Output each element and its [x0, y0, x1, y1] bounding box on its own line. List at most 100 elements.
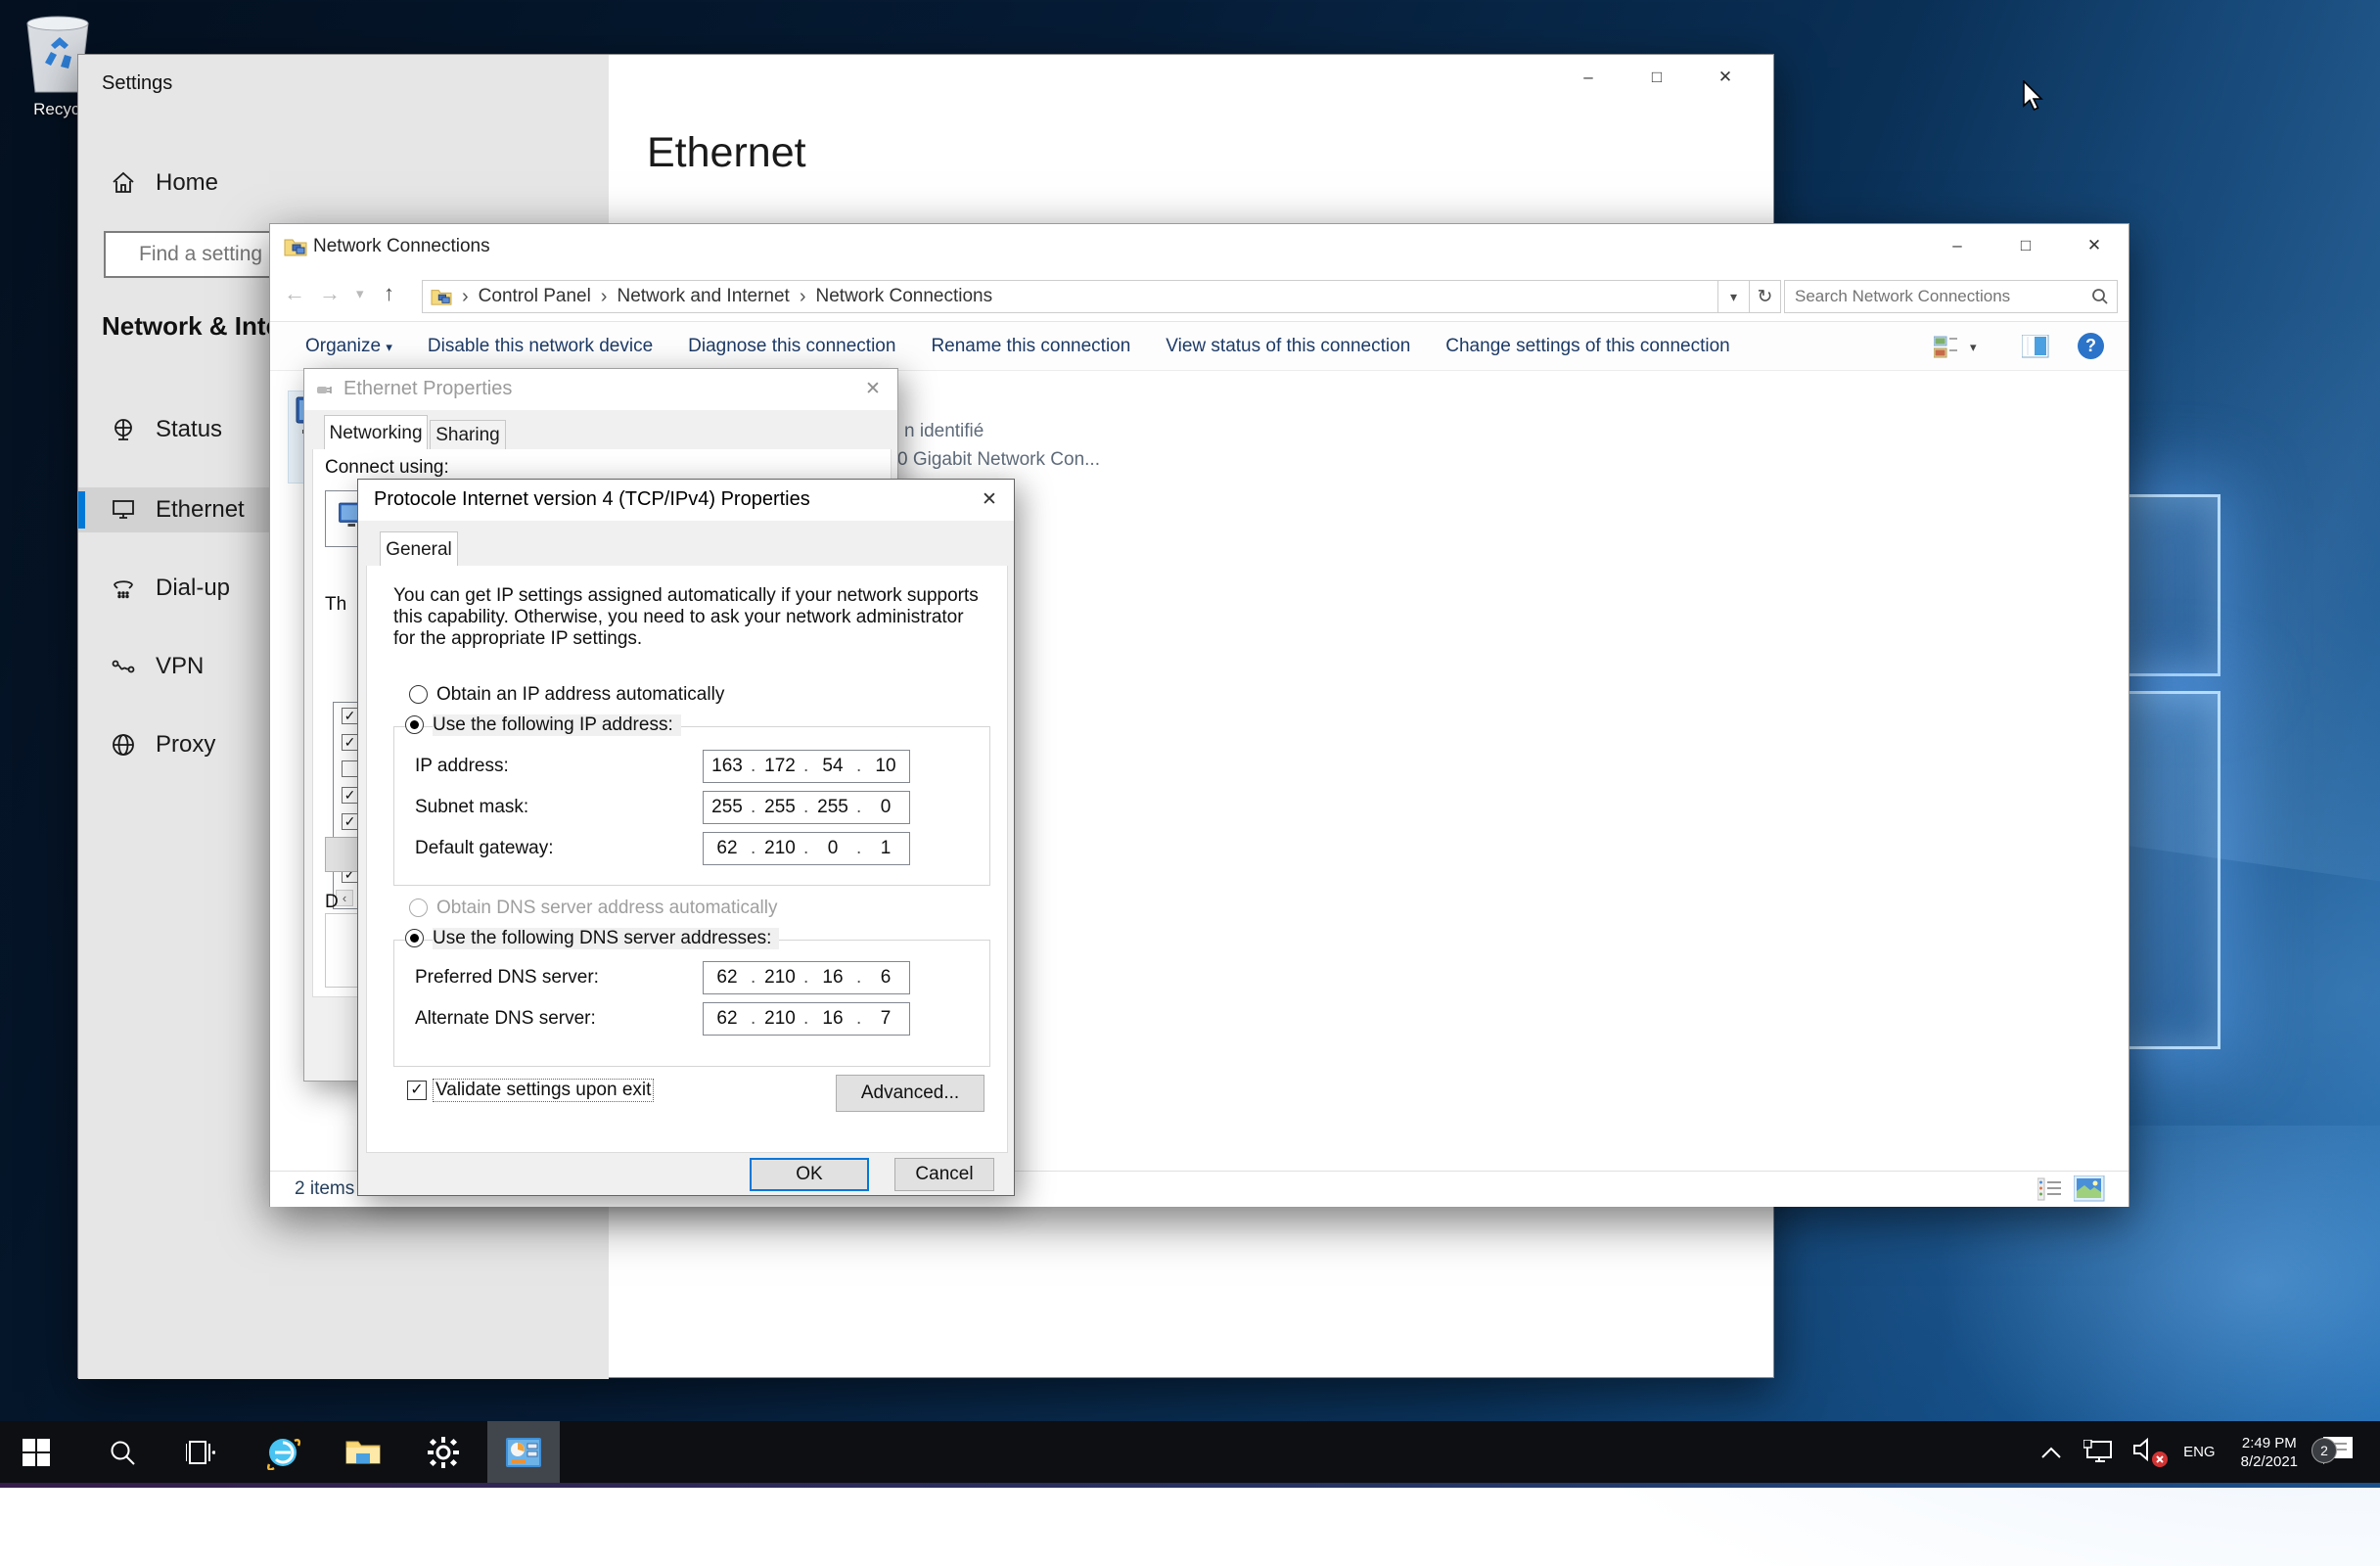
description-label-fragment: D [325, 892, 339, 913]
settings-app-button[interactable] [407, 1421, 480, 1483]
ip-address-field[interactable]: 163.172.54.10 [703, 750, 910, 783]
start-button[interactable] [0, 1421, 72, 1483]
search-icon[interactable] [2091, 288, 2109, 305]
preview-pane-button[interactable] [2022, 335, 2049, 364]
internet-explorer-button[interactable] [247, 1421, 319, 1483]
tab-general[interactable]: General [380, 531, 458, 567]
item-checkbox[interactable]: ✓ [342, 708, 358, 724]
connection-device-fragment: 0 Gigabit Network Con... [897, 449, 1100, 471]
clock[interactable]: 2:49 PM 8/2/2021 [2241, 1434, 2298, 1471]
action-center-button[interactable]: 2 [2321, 1435, 2355, 1469]
settings-window-title: Settings [102, 72, 172, 95]
eth-dialog-title: Ethernet Properties [343, 378, 512, 400]
radio-use-dns[interactable] [405, 929, 424, 947]
radio-obtain-ip-label[interactable]: Obtain an IP address automatically [436, 684, 724, 706]
address-dropdown-button[interactable]: ▾ [1718, 280, 1750, 313]
maximize-button[interactable]: □ [1991, 229, 2060, 262]
tab-networking[interactable]: Networking [324, 415, 428, 450]
subnet-mask-field[interactable]: 255.255.255.0 [703, 791, 910, 824]
tray-volume-muted-icon[interactable] [2132, 1437, 2162, 1467]
nc-toolbar: Organize ▾ Disable this network device D… [270, 322, 2128, 371]
task-view-button[interactable] [164, 1421, 237, 1483]
ok-button[interactable]: OK [750, 1158, 869, 1191]
eth-dialog-titlebar[interactable]: Ethernet Properties ✕ [304, 369, 897, 410]
forward-icon[interactable]: → [319, 281, 341, 306]
internet-explorer-icon [265, 1435, 300, 1470]
sidebar-item-label: Status [156, 416, 222, 443]
radio-use-ip[interactable] [405, 715, 424, 734]
file-explorer-button[interactable] [327, 1421, 399, 1483]
file-explorer-icon [345, 1438, 381, 1467]
control-panel-icon [506, 1438, 541, 1467]
tray-network-icon[interactable] [2083, 1440, 2113, 1465]
default-gateway-field[interactable]: 62.210.0.1 [703, 832, 910, 865]
item-checkbox[interactable]: ✓ [342, 787, 358, 804]
items-label-fragment: Th [325, 594, 346, 616]
close-icon[interactable]: ✕ [973, 485, 1006, 515]
nc-window-title: Network Connections [313, 236, 490, 257]
minimize-button[interactable]: – [1923, 229, 1991, 262]
maximize-button[interactable]: □ [1623, 61, 1691, 94]
radio-use-dns-label[interactable]: Use the following DNS server addresses: [433, 928, 779, 949]
toolbar-disable-device[interactable]: Disable this network device [428, 336, 653, 357]
breadcrumb-control-panel[interactable]: Control Panel [479, 286, 591, 307]
breadcrumb-network-connections[interactable]: Network Connections [816, 286, 993, 307]
view-details-button[interactable] [2037, 1177, 2063, 1206]
subnet-mask-label: Subnet mask: [415, 797, 528, 818]
address-location-icon [431, 287, 452, 306]
toolbar-diagnose[interactable]: Diagnose this connection [688, 336, 895, 357]
minimize-button[interactable]: – [1554, 61, 1623, 94]
close-button[interactable]: ✕ [2060, 229, 2128, 262]
clock-date: 8/2/2021 [2241, 1452, 2298, 1471]
tray-chevron-icon[interactable] [2040, 1446, 2062, 1459]
ipv4-dialog-titlebar[interactable]: Protocole Internet version 4 (TCP/IPv4) … [358, 480, 1014, 521]
item-checkbox[interactable] [342, 760, 358, 777]
close-button[interactable]: ✕ [1691, 61, 1760, 94]
view-thumbnails-button[interactable] [1934, 336, 1963, 365]
help-button[interactable]: ? [2078, 333, 2104, 359]
sidebar-item-label: Ethernet [156, 496, 245, 524]
tab-sharing[interactable]: Sharing [430, 420, 506, 450]
toolbar-organize[interactable]: Organize ▾ [305, 336, 392, 357]
up-icon[interactable]: ↑ [384, 281, 394, 306]
item-checkbox[interactable]: ✓ [342, 734, 358, 751]
search-input[interactable] [1785, 287, 2091, 306]
item-checkbox[interactable]: ✓ [342, 813, 358, 830]
views-dropdown-icon[interactable]: ▾ [1970, 340, 1977, 355]
dropdown-icon: ▾ [386, 340, 392, 354]
breadcrumb-network-and-internet[interactable]: Network and Internet [617, 286, 789, 307]
close-icon[interactable]: ✕ [856, 375, 890, 404]
chevron-icon: › [800, 286, 806, 308]
control-panel-button-active[interactable] [487, 1421, 560, 1483]
back-icon[interactable]: ← [284, 281, 305, 306]
validate-checkbox-label[interactable]: Validate settings upon exit [434, 1080, 653, 1101]
radio-obtain-dns [409, 898, 428, 917]
toolbar-change-settings[interactable]: Change settings of this connection [1445, 336, 1729, 357]
advanced-button[interactable]: Advanced... [836, 1075, 984, 1112]
alternate-dns-field[interactable]: 62.210.16.7 [703, 1002, 910, 1036]
ipv4-properties-dialog: Protocole Internet version 4 (TCP/IPv4) … [357, 479, 1015, 1196]
cancel-button[interactable]: Cancel [894, 1158, 994, 1191]
cursor-arrow [2022, 80, 2047, 114]
refresh-button[interactable]: ↻ [1750, 280, 1781, 313]
radio-obtain-ip[interactable] [409, 685, 428, 704]
toolbar-rename[interactable]: Rename this connection [931, 336, 1130, 357]
toolbar-view-status[interactable]: View status of this connection [1166, 336, 1410, 357]
connect-using-label: Connect using: [325, 457, 449, 479]
items-count: 2 items [295, 1178, 354, 1200]
taskbar-search-button[interactable] [86, 1421, 159, 1483]
preferred-dns-field[interactable]: 62.210.16.6 [703, 961, 910, 994]
ipv4-dialog-title: Protocole Internet version 4 (TCP/IPv4) … [374, 488, 810, 511]
sidebar-item-home[interactable]: Home [78, 161, 530, 206]
windows-logo-icon [23, 1439, 50, 1466]
view-large-icons-button[interactable] [2074, 1175, 2105, 1207]
radio-use-ip-label[interactable]: Use the following IP address: [433, 714, 681, 736]
address-bar[interactable]: › Control Panel › Network and Internet ›… [422, 280, 1718, 313]
validate-checkbox[interactable]: ✓ [407, 1081, 427, 1100]
search-box[interactable] [1784, 280, 2118, 313]
history-dropdown-icon[interactable]: ▾ [356, 285, 364, 302]
nc-titlebar[interactable]: Network Connections – □ ✕ [270, 224, 2128, 269]
wallpaper-window-pane [2117, 494, 2220, 676]
language-indicator[interactable]: ENG [2183, 1444, 2216, 1460]
clock-time: 2:49 PM [2241, 1434, 2298, 1452]
